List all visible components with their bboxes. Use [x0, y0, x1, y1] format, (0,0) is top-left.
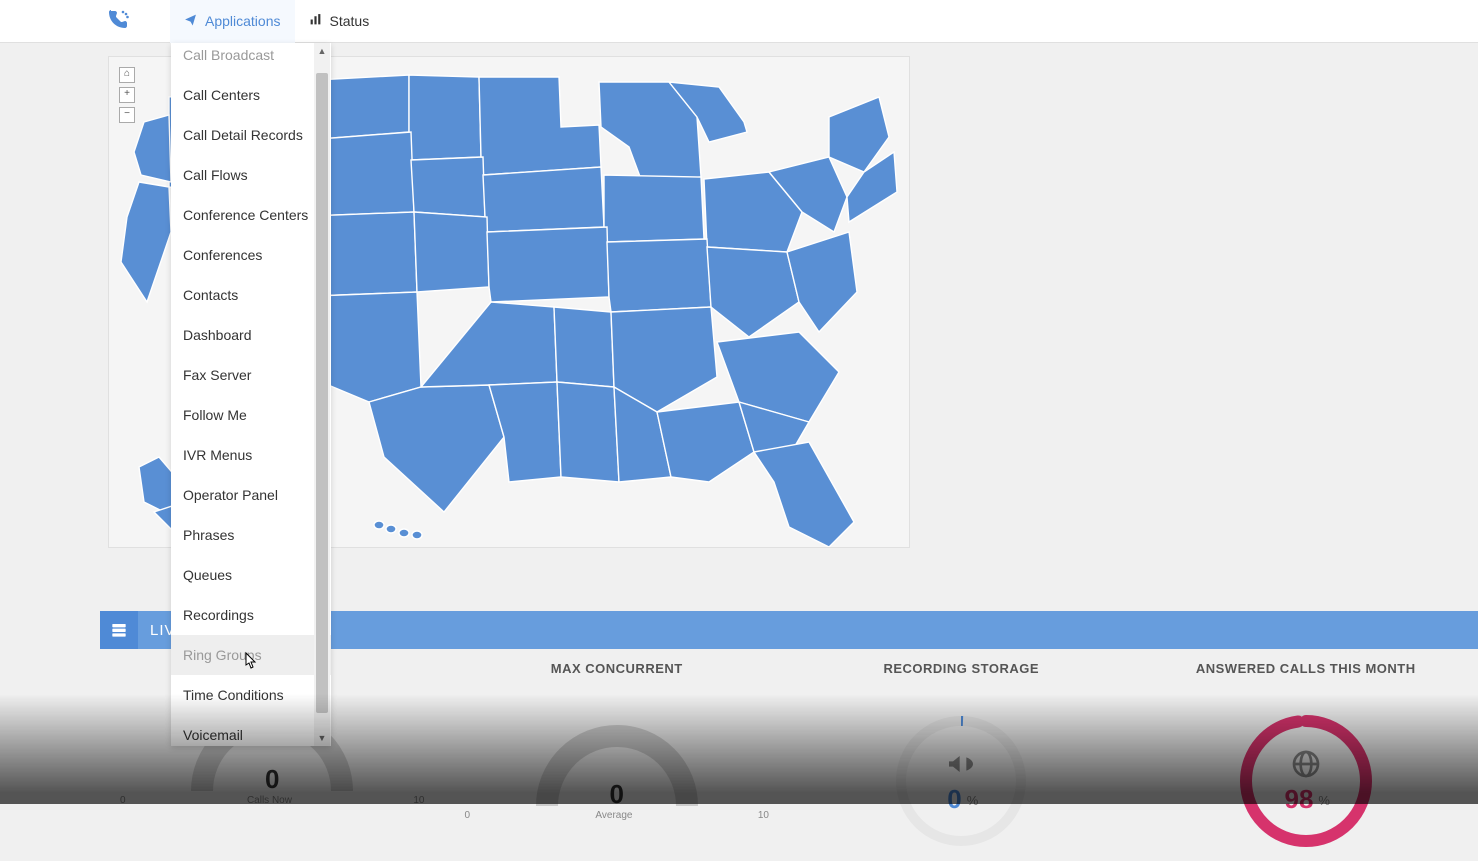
stat-recording-storage: RECORDING STORAGE 0 % — [789, 661, 1134, 856]
dropdown-item-recordings[interactable]: Recordings — [171, 595, 331, 635]
dropdown-item-follow-me[interactable]: Follow Me — [171, 395, 331, 435]
dropdown-item-call-broadcast[interactable]: Call Broadcast — [171, 43, 331, 75]
nav-status[interactable]: Status — [295, 0, 384, 43]
applications-dropdown: Call Broadcast Call Centers Call Detail … — [171, 43, 331, 746]
ring-value: 0 — [947, 784, 961, 815]
dropdown-item-conference-centers[interactable]: Conference Centers — [171, 195, 331, 235]
map-controls: ⌂ + − — [119, 67, 135, 123]
stat-title: RECORDING STORAGE — [789, 661, 1134, 676]
dropdown-item-ring-groups[interactable]: Ring Groups — [171, 635, 331, 675]
dropdown-item-dashboard[interactable]: Dashboard — [171, 315, 331, 355]
dropdown-item-call-flows[interactable]: Call Flows — [171, 155, 331, 195]
stat-title: MAX CONCURRENT — [445, 661, 790, 676]
dropdown-item-call-centers[interactable]: Call Centers — [171, 75, 331, 115]
bar-chart-icon — [309, 13, 322, 29]
gauge-value: 0 — [527, 779, 707, 810]
nav-applications-label: Applications — [205, 13, 281, 29]
scroll-down-icon[interactable]: ▼ — [314, 730, 330, 746]
map-home-button[interactable]: ⌂ — [119, 67, 135, 83]
nav-status-label: Status — [330, 13, 370, 29]
dropdown-item-ivr-menus[interactable]: IVR Menus — [171, 435, 331, 475]
server-icon — [100, 611, 138, 649]
dropdown-item-conferences[interactable]: Conferences — [171, 235, 331, 275]
dropdown-scrollbar[interactable]: ▲ ▼ — [314, 43, 330, 746]
dropdown-item-operator-panel[interactable]: Operator Panel — [171, 475, 331, 515]
map-zoom-out-button[interactable]: − — [119, 107, 135, 123]
section-bar-label: LIV — [138, 622, 176, 639]
dropdown-item-call-detail-records[interactable]: Call Detail Records — [171, 115, 331, 155]
globe-icon — [1290, 748, 1322, 780]
paper-plane-icon — [184, 13, 197, 29]
ring-recording-storage: 0 % — [886, 706, 1036, 856]
dropdown-item-time-conditions[interactable]: Time Conditions — [171, 675, 331, 715]
scroll-up-icon[interactable]: ▲ — [314, 43, 330, 59]
topbar: Applications Status — [0, 0, 1478, 43]
stat-max-concurrent: MAX CONCURRENT 0 0 Average 10 — [445, 661, 790, 856]
dropdown-item-queues[interactable]: Queues — [171, 555, 331, 595]
scrollbar-thumb[interactable] — [316, 73, 328, 713]
nav-applications[interactable]: Applications — [170, 0, 295, 43]
bullhorn-icon — [945, 748, 977, 780]
map-zoom-in-button[interactable]: + — [119, 87, 135, 103]
stat-title: ANSWERED CALLS THIS MONTH — [1134, 661, 1478, 676]
gauge-value: 0 — [182, 764, 362, 795]
dropdown-item-contacts[interactable]: Contacts — [171, 275, 331, 315]
gauge-max-concurrent: 0 — [527, 706, 707, 816]
logo-phone-icon — [105, 8, 129, 38]
dropdown-item-fax-server[interactable]: Fax Server — [171, 355, 331, 395]
dropdown-item-phrases[interactable]: Phrases — [171, 515, 331, 555]
stat-answered-calls: ANSWERED CALLS THIS MONTH 98 % — [1134, 661, 1478, 856]
dropdown-item-voicemail[interactable]: Voicemail — [171, 715, 331, 746]
ring-value: 98 — [1285, 784, 1314, 815]
ring-answered-calls: 98 % — [1231, 706, 1381, 856]
